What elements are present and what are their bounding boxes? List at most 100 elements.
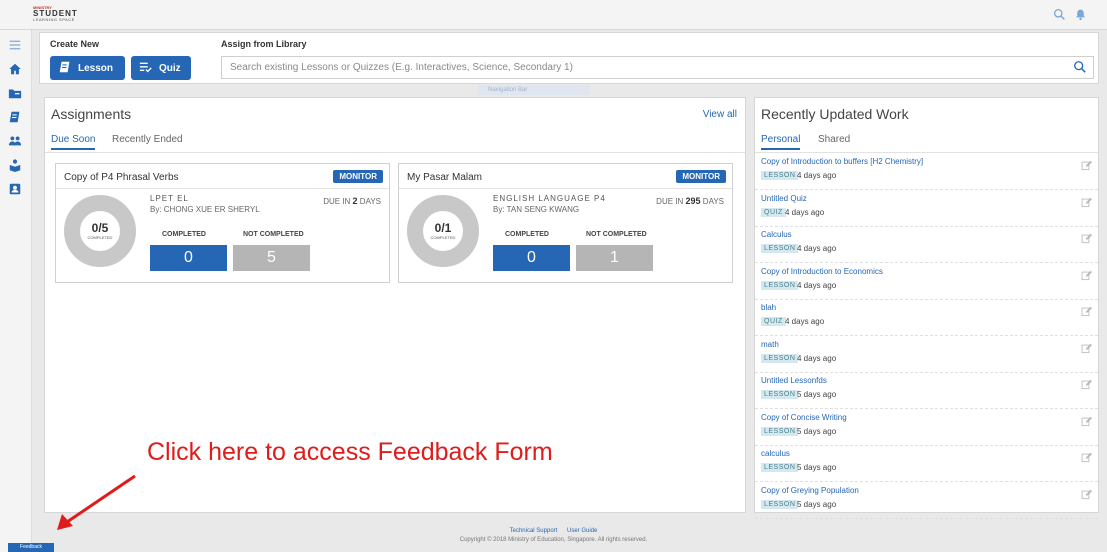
- not-completed-label: NOT COMPLETED: [586, 231, 647, 238]
- logo-learning-space: LEARNING SPACE: [33, 17, 75, 22]
- tab-divider: [755, 152, 1098, 153]
- navigation-strip: Navigation Bar: [478, 85, 590, 95]
- item-type-badge: QUIZ: [761, 207, 786, 217]
- assign-from-library-label: Assign from Library: [221, 39, 307, 49]
- feedback-button[interactable]: Feedback: [8, 543, 54, 552]
- search-icon[interactable]: [1073, 60, 1087, 77]
- edit-icon[interactable]: [1081, 270, 1092, 284]
- due-days: 2: [352, 196, 358, 206]
- recent-item-title[interactable]: Copy of Greying Population: [761, 486, 859, 495]
- recent-item-title[interactable]: Untitled Lessonfds: [761, 376, 827, 385]
- recent-item-title[interactable]: blah: [761, 303, 776, 312]
- feedback-annotation: Click here to access Feedback Form: [147, 438, 553, 466]
- recent-item[interactable]: Copy of Introduction to Economics LESSON 4…: [755, 264, 1098, 300]
- recent-item[interactable]: Copy of Introduction to buffers [H2 Chem…: [755, 154, 1098, 190]
- recent-item-title[interactable]: Untitled Quiz: [761, 194, 807, 203]
- class-name: LPET EL: [150, 194, 189, 203]
- search-placeholder: Search existing Lessons or Quizzes (E.g.…: [230, 62, 573, 73]
- recent-item[interactable]: calculus LESSON 5 days ago: [755, 446, 1098, 482]
- edit-icon[interactable]: [1081, 233, 1092, 247]
- item-updated-time: 4 days ago: [797, 171, 837, 180]
- recent-item[interactable]: Copy of Greying Population LESSON 5 days a…: [755, 483, 1098, 519]
- recent-item-title[interactable]: Copy of Concise Writing: [761, 413, 847, 422]
- recent-item[interactable]: math LESSON 4 days ago: [755, 337, 1098, 373]
- tab-due-soon[interactable]: Due Soon: [51, 134, 96, 150]
- class-icon[interactable]: [8, 86, 24, 102]
- monitor-button[interactable]: MONITOR: [333, 170, 383, 183]
- bell-icon[interactable]: [1074, 8, 1087, 24]
- edit-icon[interactable]: [1081, 160, 1092, 174]
- assigned-by: By: TAN SENG KWANG: [493, 205, 580, 214]
- recent-item-title[interactable]: Calculus: [761, 230, 792, 239]
- item-type-badge: LESSON: [761, 353, 799, 363]
- assignment-title: My Pasar Malam: [407, 172, 483, 183]
- quiz-button-label: Quiz: [159, 62, 181, 74]
- view-all-link[interactable]: View all: [703, 109, 737, 120]
- create-lesson-button[interactable]: Lesson: [50, 56, 125, 80]
- recent-item-title[interactable]: math: [761, 340, 779, 349]
- tab-divider: [45, 152, 745, 153]
- left-rail: [0, 30, 32, 552]
- due-prefix: DUE IN: [323, 197, 351, 206]
- due-prefix: DUE IN: [656, 197, 684, 206]
- profile-icon[interactable]: [8, 182, 24, 198]
- item-type-badge: LESSON: [761, 390, 799, 399]
- footer: Technical Support User Guide Copyright ©…: [0, 528, 1107, 543]
- tab-recently-ended[interactable]: Recently Ended: [112, 134, 183, 145]
- user-guide-link[interactable]: User Guide: [567, 528, 597, 534]
- item-type-badge: QUIZ: [761, 317, 786, 326]
- not-completed-count: 1: [576, 245, 653, 271]
- item-updated-time: 4 days ago: [797, 280, 837, 290]
- due-info: DUE IN 295 DAYS: [656, 196, 724, 206]
- card-divider: [399, 188, 732, 189]
- recent-item[interactable]: Untitled Quiz QUIZ 4 days ago: [755, 191, 1098, 227]
- edit-icon[interactable]: [1081, 197, 1092, 211]
- not-completed-label: NOT COMPLETED: [243, 231, 304, 238]
- item-updated-time: 4 days ago: [797, 353, 837, 363]
- groups-icon[interactable]: [8, 134, 24, 150]
- recent-item-title[interactable]: calculus: [761, 449, 790, 458]
- recent-item[interactable]: Untitled Lessonfds LESSON 5 days ago: [755, 373, 1098, 409]
- app-logo[interactable]: MINISTRY STUDENT LEARNING SPACE: [33, 6, 78, 22]
- recent-item-title[interactable]: Copy of Introduction to Economics: [761, 267, 883, 276]
- edit-icon[interactable]: [1081, 452, 1092, 466]
- edit-icon[interactable]: [1081, 489, 1092, 503]
- menu-icon[interactable]: [8, 38, 24, 54]
- item-type-badge: LESSON: [761, 244, 799, 253]
- assignment-card[interactable]: Copy of P4 Phrasal Verbs MONITOR 0/5 COM…: [55, 163, 390, 283]
- technical-support-link[interactable]: Technical Support: [510, 528, 558, 534]
- donut-sublabel: COMPLETED: [430, 235, 456, 240]
- lesson-icon[interactable]: [8, 110, 24, 126]
- search-icon[interactable]: [1053, 8, 1066, 24]
- tab-shared[interactable]: Shared: [818, 134, 850, 145]
- item-updated-time: 5 days ago: [797, 499, 837, 509]
- library-search-input[interactable]: Search existing Lessons or Quizzes (E.g.…: [221, 56, 1094, 79]
- footer-links: Technical Support User Guide: [0, 528, 1107, 534]
- create-quiz-button[interactable]: Quiz: [131, 56, 191, 80]
- recent-item-title[interactable]: Copy of Introduction to buffers [H2 Chem…: [761, 157, 923, 166]
- recent-item[interactable]: blah QUIZ 4 days ago: [755, 300, 1098, 336]
- edit-icon[interactable]: [1081, 379, 1092, 393]
- monitor-button[interactable]: MONITOR: [676, 170, 726, 183]
- recent-title: Recently Updated Work: [761, 106, 909, 122]
- lesson-button-label: Lesson: [78, 62, 114, 74]
- due-unit: DAYS: [359, 197, 381, 206]
- donut-value: 0/5: [91, 221, 109, 235]
- item-updated-time: 4 days ago: [797, 244, 837, 253]
- edit-icon[interactable]: [1081, 343, 1092, 357]
- home-icon[interactable]: [8, 62, 24, 78]
- copyright: Copyright © 2018 Ministry of Education, …: [459, 537, 648, 543]
- edit-icon[interactable]: [1081, 416, 1092, 430]
- recent-item[interactable]: Copy of Concise Writing LESSON 5 days ago: [755, 410, 1098, 446]
- donut-sublabel: COMPLETED: [87, 235, 113, 240]
- item-updated-time: 5 days ago: [797, 426, 837, 436]
- tab-personal[interactable]: Personal: [761, 134, 801, 150]
- edit-icon[interactable]: [1081, 306, 1092, 320]
- item-updated-time: 5 days ago: [797, 463, 837, 472]
- completed-count: 0: [150, 245, 227, 271]
- recent-item[interactable]: Calculus LESSON 4 days ago: [755, 227, 1098, 263]
- library-icon[interactable]: [8, 158, 24, 174]
- due-days: 295: [685, 196, 701, 206]
- assignment-title: Copy of P4 Phrasal Verbs: [64, 172, 179, 183]
- assignment-card[interactable]: My Pasar Malam MONITOR 0/1 COMPLETED ENG…: [398, 163, 733, 283]
